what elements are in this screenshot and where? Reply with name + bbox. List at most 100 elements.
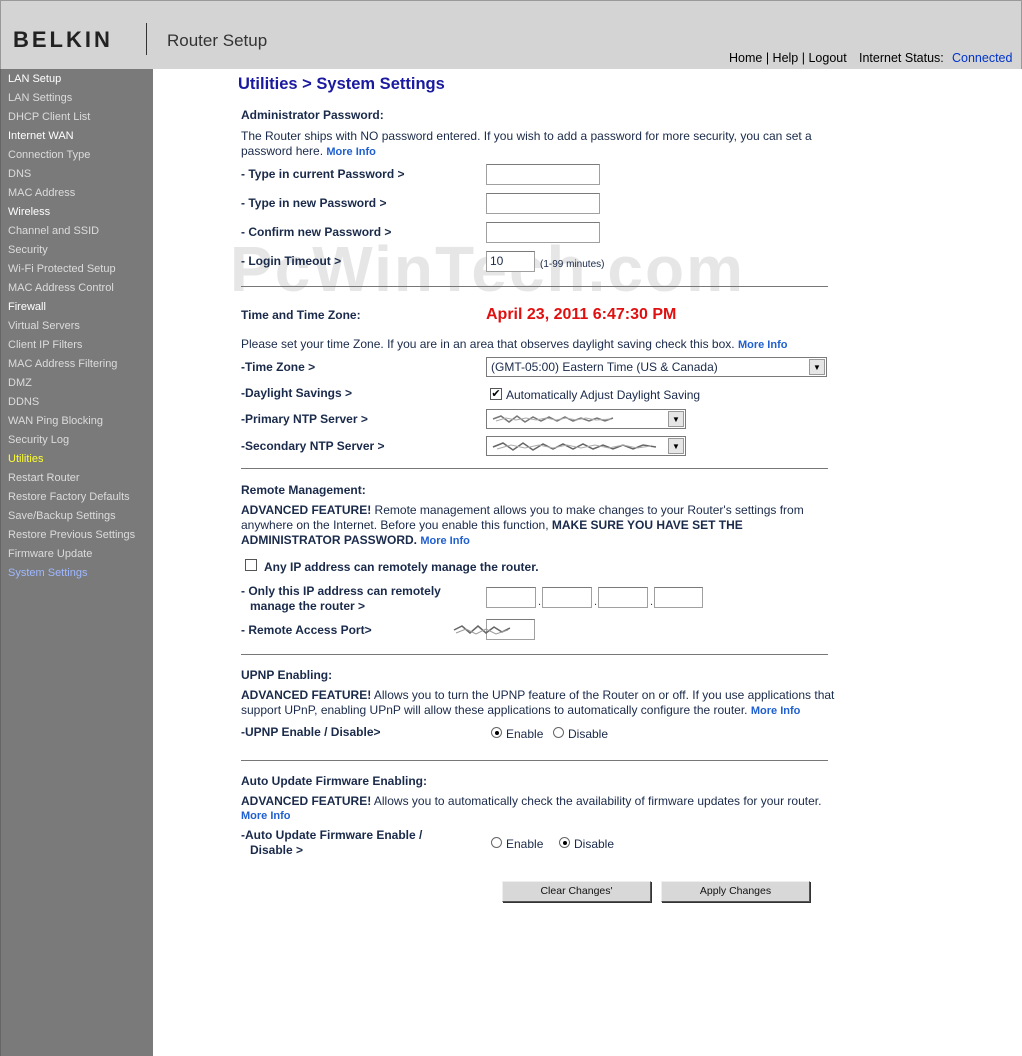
sidebar-item-firmware-update[interactable]: Firmware Update xyxy=(8,548,92,560)
admin-more-info-link[interactable]: More Info xyxy=(326,146,376,158)
sidebar-item-wan-ping-blocking[interactable]: WAN Ping Blocking xyxy=(8,415,103,427)
divider xyxy=(241,468,828,469)
remote-adv-label: ADVANCED FEATURE! xyxy=(241,503,372,517)
upnp-desc-1-text: Allows you to turn the UPNP feature of t… xyxy=(371,688,835,702)
time-more-info-link[interactable]: More Info xyxy=(738,339,788,351)
remote-port-label: - Remote Access Port> xyxy=(241,623,372,637)
timezone-select[interactable]: (GMT-05:00) Eastern Time (US & Canada) ▼ xyxy=(486,357,827,377)
sidebar-item-mac-address[interactable]: MAC Address xyxy=(8,187,75,199)
upnp-label: -UPNP Enable / Disable> xyxy=(241,725,381,739)
logout-link[interactable]: Logout xyxy=(808,51,846,65)
sidebar-item-lan-setup: LAN Setup xyxy=(8,73,62,85)
any-ip-checkbox[interactable] xyxy=(245,559,257,571)
login-timeout-label: - Login Timeout > xyxy=(241,254,342,268)
remote-desc-2-text: anywhere on the Internet. Before you ena… xyxy=(241,518,549,532)
sidebar-item-security-log[interactable]: Security Log xyxy=(8,434,69,446)
only-ip-label-1: - Only this IP address can remotely xyxy=(241,584,441,598)
redacted-scribble-icon xyxy=(453,625,511,635)
sidebar-item-firewall: Firewall xyxy=(8,301,46,313)
firmware-more-info-link[interactable]: More Info xyxy=(241,810,291,822)
remote-desc-1: ADVANCED FEATURE! Remote management allo… xyxy=(241,503,804,517)
divider xyxy=(241,654,828,655)
sidebar-item-dhcp-client-list[interactable]: DHCP Client List xyxy=(8,111,90,123)
top-links: Home | Help | Logout xyxy=(729,51,847,65)
remote-desc-3-bold: ADMINISTRATOR PASSWORD. xyxy=(241,533,417,547)
login-timeout-hint: (1-99 minutes) xyxy=(540,259,605,270)
secondary-ntp-label: -Secondary NTP Server > xyxy=(241,439,385,453)
ip-dot: . xyxy=(538,596,542,608)
sidebar-item-system-settings[interactable]: System Settings xyxy=(8,567,87,579)
divider xyxy=(241,286,828,287)
home-link[interactable]: Home xyxy=(729,51,762,65)
new-password-label: - Type in new Password > xyxy=(241,196,387,210)
upnp-enable-radio[interactable] xyxy=(491,727,502,738)
sidebar-item-dns[interactable]: DNS xyxy=(8,168,31,180)
firmware-disable-radio[interactable] xyxy=(559,837,570,848)
ip-dot: . xyxy=(594,596,598,608)
remote-heading: Remote Management: xyxy=(241,483,366,497)
admin-heading: Administrator Password: xyxy=(241,108,384,122)
header: BELKIN Router Setup Home | Help | Logout… xyxy=(0,0,1022,69)
current-password-input[interactable] xyxy=(486,164,600,185)
firmware-enable-radio[interactable] xyxy=(491,837,502,848)
sidebar-item-mac-address-control[interactable]: MAC Address Control xyxy=(8,282,114,294)
firmware-heading: Auto Update Firmware Enabling: xyxy=(241,774,428,788)
ip-octet-1-input[interactable] xyxy=(486,587,536,608)
remote-desc-2: anywhere on the Internet. Before you ena… xyxy=(241,518,743,532)
sidebar-item-utilities[interactable]: Utilities xyxy=(8,453,43,465)
daylight-savings-text: Automatically Adjust Daylight Saving xyxy=(506,388,701,402)
timezone-value: (GMT-05:00) Eastern Time (US & Canada) xyxy=(491,360,718,374)
new-password-input[interactable] xyxy=(486,193,600,214)
current-datetime: April 23, 2011 6:47:30 PM xyxy=(486,306,677,323)
ip-octet-2-input[interactable] xyxy=(542,587,592,608)
firmware-more-info-wrap: More Info xyxy=(241,808,291,822)
sidebar-item-mac-address-filtering[interactable]: MAC Address Filtering xyxy=(8,358,117,370)
sidebar-item-wi-fi-protected-setup[interactable]: Wi-Fi Protected Setup xyxy=(8,263,116,275)
confirm-password-input[interactable] xyxy=(486,222,600,243)
chevron-down-icon: ▼ xyxy=(668,438,684,454)
ip-octet-4-input[interactable] xyxy=(654,587,703,608)
sidebar-item-ddns[interactable]: DDNS xyxy=(8,396,39,408)
remote-desc-1-text: Remote management allows you to make cha… xyxy=(371,503,804,517)
sidebar-item-restore-factory-defaults[interactable]: Restore Factory Defaults xyxy=(8,491,130,503)
redacted-scribble-icon xyxy=(492,415,614,423)
header-divider xyxy=(146,23,147,55)
firmware-enable-label: Enable xyxy=(506,837,544,851)
sidebar-item-client-ip-filters[interactable]: Client IP Filters xyxy=(8,339,82,351)
secondary-ntp-select[interactable]: ▼ xyxy=(486,436,686,456)
sidebar-item-restore-previous-settings[interactable]: Restore Previous Settings xyxy=(8,529,135,541)
upnp-more-info-link[interactable]: More Info xyxy=(751,705,801,717)
sidebar-item-save-backup-settings[interactable]: Save/Backup Settings xyxy=(8,510,116,522)
login-timeout-input[interactable]: 10 xyxy=(486,251,535,272)
sidebar-item-security[interactable]: Security xyxy=(8,244,48,256)
belkin-logo: BELKIN xyxy=(13,27,113,52)
ip-dot: . xyxy=(650,596,654,608)
primary-ntp-select[interactable]: ▼ xyxy=(486,409,686,429)
current-password-label: - Type in current Password > xyxy=(241,167,405,181)
upnp-disable-radio[interactable] xyxy=(553,727,564,738)
sidebar-item-restart-router[interactable]: Restart Router xyxy=(8,472,80,484)
upnp-desc-2: support UPnP, enabling UPnP will allow t… xyxy=(241,703,800,717)
sidebar-item-channel-and-ssid[interactable]: Channel and SSID xyxy=(8,225,99,237)
sidebar-item-dmz[interactable]: DMZ xyxy=(8,377,32,389)
daylight-savings-checkbox[interactable]: ✔ xyxy=(490,388,502,400)
remote-desc-2-bold: MAKE SURE YOU HAVE SET THE xyxy=(551,518,743,532)
internet-status-value: Connected xyxy=(952,51,1013,65)
upnp-enable-label: Enable xyxy=(506,727,544,741)
admin-desc-2: password here. More Info xyxy=(241,144,376,158)
clear-changes-button[interactable]: Clear Changes' xyxy=(502,881,651,902)
primary-ntp-label: -Primary NTP Server > xyxy=(241,412,368,426)
sidebar-item-internet-wan: Internet WAN xyxy=(8,130,74,142)
remote-more-info-link[interactable]: More Info xyxy=(420,535,470,547)
redacted-scribble-icon xyxy=(492,442,657,451)
sidebar-item-lan-settings[interactable]: LAN Settings xyxy=(8,92,72,104)
sidebar-item-virtual-servers[interactable]: Virtual Servers xyxy=(8,320,80,332)
ip-octet-3-input[interactable] xyxy=(598,587,648,608)
help-link[interactable]: Help xyxy=(773,51,799,65)
internet-status-label: Internet Status: xyxy=(859,51,944,65)
time-desc: Please set your time Zone. If you are in… xyxy=(241,337,787,351)
upnp-adv-label: ADVANCED FEATURE! xyxy=(241,688,372,702)
remote-desc-3: ADMINISTRATOR PASSWORD. More Info xyxy=(241,533,470,547)
sidebar-item-connection-type[interactable]: Connection Type xyxy=(8,149,90,161)
apply-changes-button[interactable]: Apply Changes xyxy=(661,881,810,902)
